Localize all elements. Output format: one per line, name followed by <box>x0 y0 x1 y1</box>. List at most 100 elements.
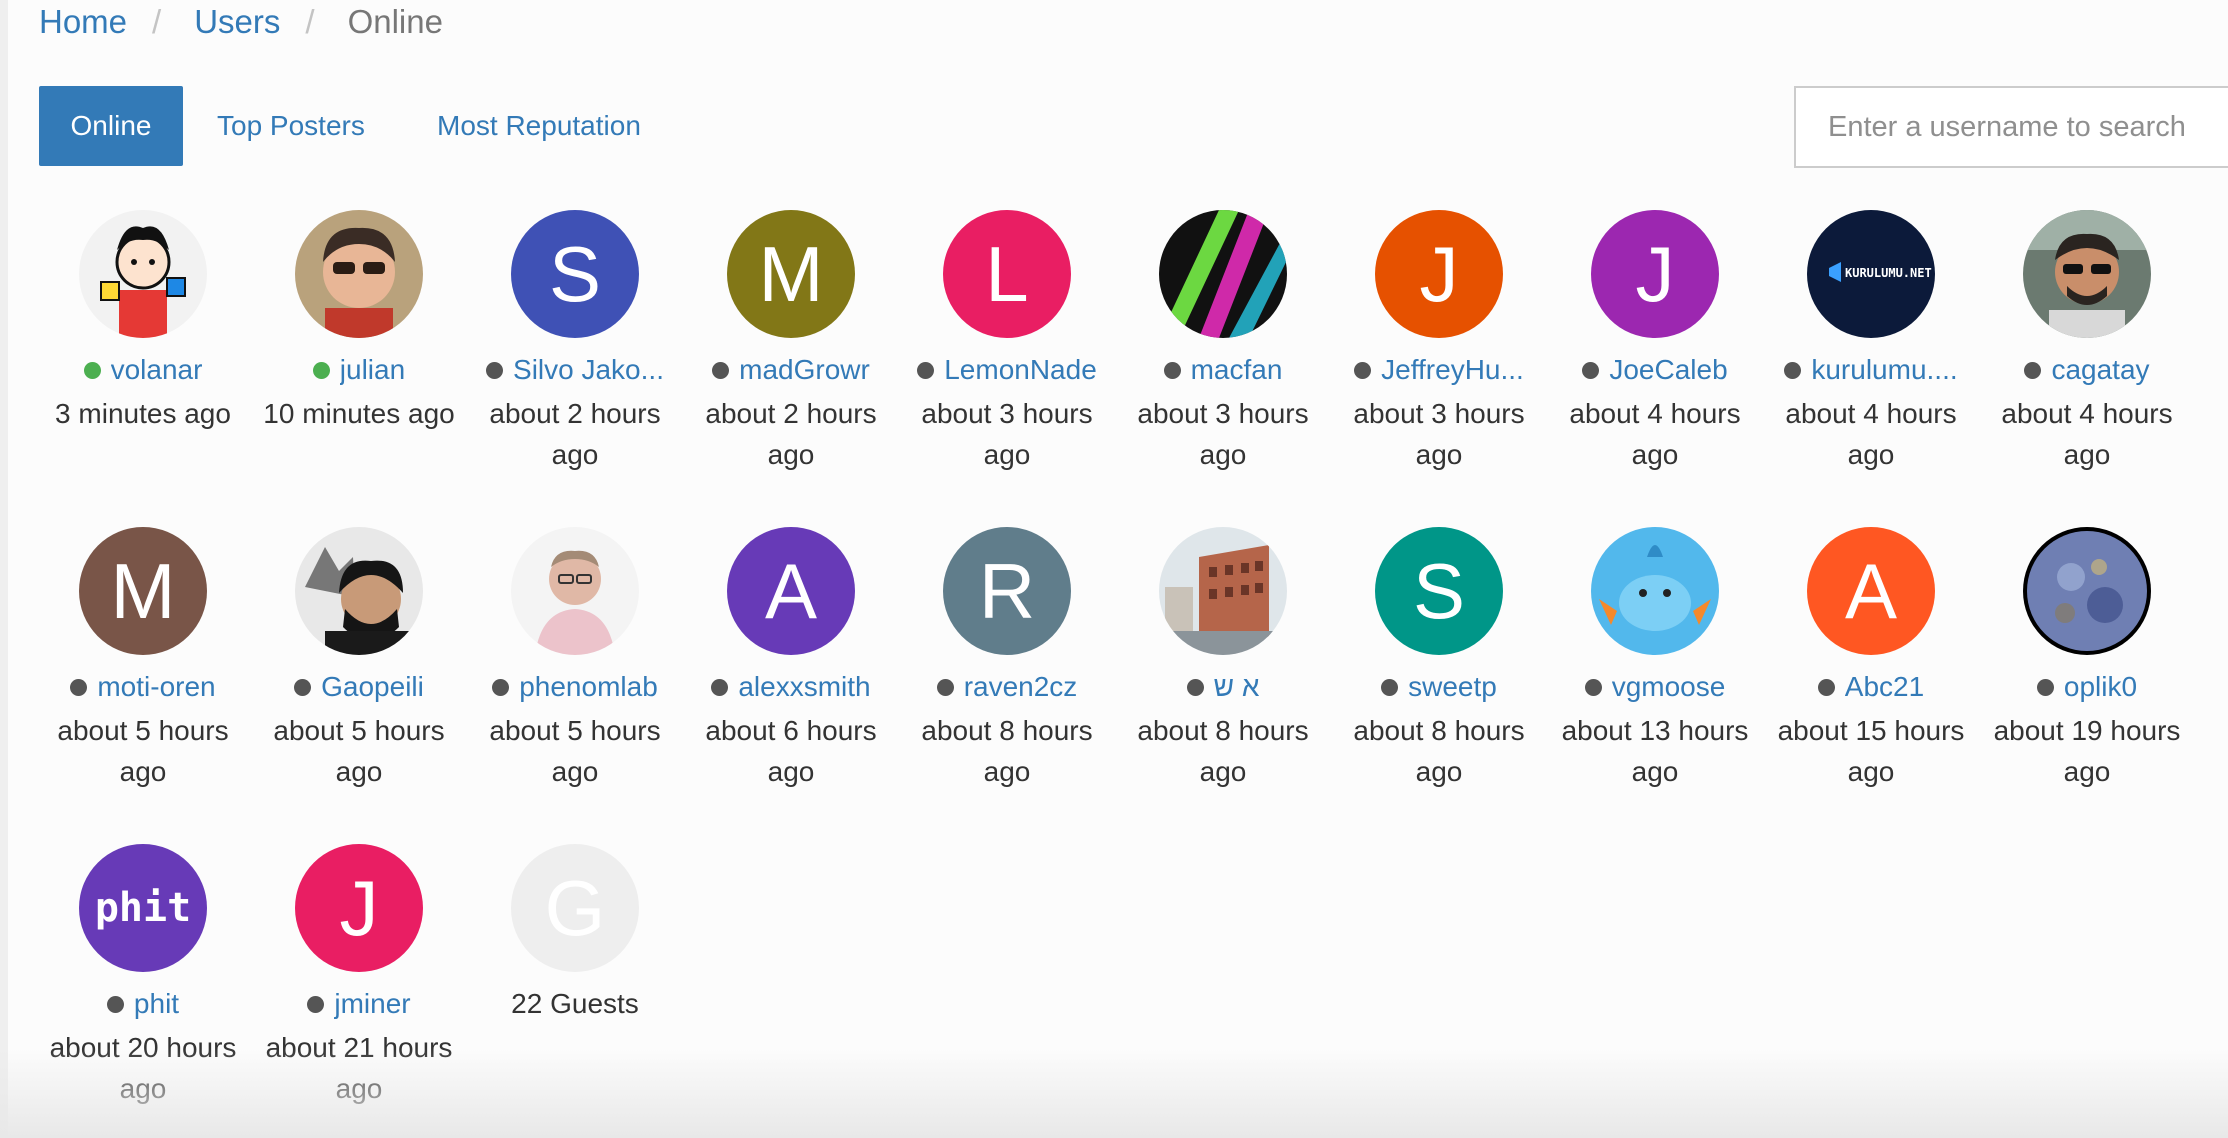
status-dot-icon <box>1163 361 1181 379</box>
username-link[interactable]: macfan <box>1191 354 1283 386</box>
wolf-drawing-avatar[interactable] <box>295 527 423 655</box>
breadcrumb-current: Online <box>347 3 443 40</box>
last-seen-time: about 5 hours ago <box>273 715 445 787</box>
avatar-letter: A <box>1844 546 1898 635</box>
man-portrait-avatar[interactable] <box>511 527 639 655</box>
user-avatar[interactable]: M <box>727 210 855 338</box>
username-link[interactable]: phit <box>134 988 179 1020</box>
last-seen-time: about 15 hours ago <box>1777 715 1965 787</box>
user-avatar[interactable]: A <box>727 527 855 655</box>
username-link[interactable]: madGrowr <box>739 354 870 386</box>
last-seen-time: about 8 hours ago <box>921 715 1093 787</box>
user-name-row: jminer <box>251 986 467 1022</box>
user-card: phit phit about 20 hours ago <box>35 844 251 1109</box>
username-link[interactable]: raven2cz <box>964 671 1078 703</box>
user-avatar[interactable]: M <box>79 527 207 655</box>
user-name-row: alexxsmith <box>683 669 899 705</box>
user-avatar[interactable]: J <box>1375 210 1503 338</box>
avatar-letter: S <box>548 229 602 318</box>
cartoon-boy-avatar[interactable] <box>79 210 207 338</box>
user-name-row: JeffreyHu... <box>1331 352 1547 388</box>
building-photo-avatar[interactable] <box>1159 527 1287 655</box>
avatar-logo-text: KURULUMU.NET <box>1845 266 1932 280</box>
tab-online[interactable]: Online <box>39 86 183 166</box>
username-link[interactable]: phenomlab <box>519 671 658 703</box>
last-seen-time: about 6 hours ago <box>705 715 877 787</box>
username-link[interactable]: JeffreyHu... <box>1381 354 1524 386</box>
user-name-row: phenomlab <box>467 669 683 705</box>
status-dot-icon <box>83 361 101 379</box>
kurulumu-logo-avatar[interactable]: KURULUMU.NET <box>1807 210 1935 338</box>
status-dot-icon <box>294 678 312 696</box>
user-name-row: raven2cz <box>899 669 1115 705</box>
left-edge-strip <box>0 0 8 1138</box>
username-link[interactable]: volanar <box>111 354 203 386</box>
user-avatar[interactable]: A <box>1807 527 1935 655</box>
search-input[interactable] <box>1794 86 2228 168</box>
last-seen-time: about 3 hours ago <box>1353 398 1525 470</box>
user-name-row: LemonNade <box>899 352 1115 388</box>
username-link[interactable]: א ש <box>1214 671 1260 703</box>
username-link[interactable]: sweetp <box>1408 671 1497 703</box>
guests-count: 22 Guests <box>511 988 639 1019</box>
username-link[interactable]: kurulumu.... <box>1811 354 1957 386</box>
user-card: volanar 3 minutes ago <box>35 210 251 434</box>
user-name-row: cagatay <box>1979 352 2195 388</box>
user-name-row: kurulumu.... <box>1763 352 1979 388</box>
avatar-letter: S <box>1412 546 1466 635</box>
username-link[interactable]: Abc21 <box>1845 671 1924 703</box>
user-name-row: Abc21 <box>1763 669 1979 705</box>
user-avatar[interactable]: S <box>1375 527 1503 655</box>
last-seen-time: about 20 hours ago <box>49 1032 237 1104</box>
username-link[interactable]: cagatay <box>2051 354 2149 386</box>
user-avatar[interactable]: J <box>1591 210 1719 338</box>
user-avatar[interactable]: R <box>943 527 1071 655</box>
user-name-row: JoeCaleb <box>1547 352 1763 388</box>
last-seen-time: about 21 hours ago <box>265 1032 453 1104</box>
status-dot-icon <box>917 361 935 379</box>
planet-avatar[interactable] <box>2023 527 2151 655</box>
status-dot-icon <box>711 678 729 696</box>
last-seen-time: about 5 hours ago <box>489 715 661 787</box>
mudkip-avatar[interactable] <box>1591 527 1719 655</box>
status-dot-icon <box>312 361 330 379</box>
status-dot-icon <box>936 678 954 696</box>
user-card: A Abc21 about 15 hours ago <box>1763 527 1979 792</box>
user-avatar[interactable]: J <box>295 844 423 972</box>
username-link[interactable]: Silvo Jako... <box>513 354 664 386</box>
last-seen-time: about 5 hours ago <box>57 715 229 787</box>
username-link[interactable]: alexxsmith <box>738 671 870 703</box>
avatar-letter: R <box>978 546 1036 635</box>
user-card: MmadGrowr about 2 hours ago <box>683 210 899 475</box>
tab-top-posters[interactable]: Top Posters <box>217 86 365 166</box>
user-avatar[interactable]: S <box>511 210 639 338</box>
user-card: J JeffreyHu... about 3 hours ago <box>1331 210 1547 475</box>
breadcrumb-home-link[interactable]: Home <box>39 3 127 41</box>
username-link[interactable]: Gaopeili <box>321 671 424 703</box>
man-sunglasses-avatar[interactable] <box>295 210 423 338</box>
status-dot-icon <box>70 678 88 696</box>
tab-most-reputation[interactable]: Most Reputation <box>437 86 641 166</box>
user-card: א ש about 8 hours ago <box>1115 527 1331 792</box>
username-link[interactable]: LemonNade <box>944 354 1097 386</box>
username-link[interactable]: oplik0 <box>2064 671 2137 703</box>
last-seen-time: about 2 hours ago <box>705 398 877 470</box>
status-dot-icon <box>2036 678 2054 696</box>
last-seen-time: about 4 hours ago <box>1569 398 1741 470</box>
phit-pixel-logo-avatar[interactable]: phit <box>79 844 207 972</box>
user-card: julian 10 minutes ago <box>251 210 467 434</box>
status-dot-icon <box>1354 361 1372 379</box>
man-car-selfie-avatar[interactable] <box>2023 210 2151 338</box>
user-card: S Silvo Jako... about 2 hours ago <box>467 210 683 475</box>
breadcrumb-users-link[interactable]: Users <box>194 3 280 41</box>
status-dot-icon <box>2024 361 2042 379</box>
username-link[interactable]: vgmoose <box>1612 671 1726 703</box>
username-link[interactable]: JoeCaleb <box>1609 354 1727 386</box>
user-name-row: julian <box>251 352 467 388</box>
user-avatar[interactable]: L <box>943 210 1071 338</box>
username-link[interactable]: moti-oren <box>97 671 215 703</box>
username-link[interactable]: julian <box>340 354 405 386</box>
username-link[interactable]: jminer <box>334 988 410 1020</box>
neon-light-avatar[interactable] <box>1159 210 1287 338</box>
user-card: Ssweetp about 8 hours ago <box>1331 527 1547 792</box>
